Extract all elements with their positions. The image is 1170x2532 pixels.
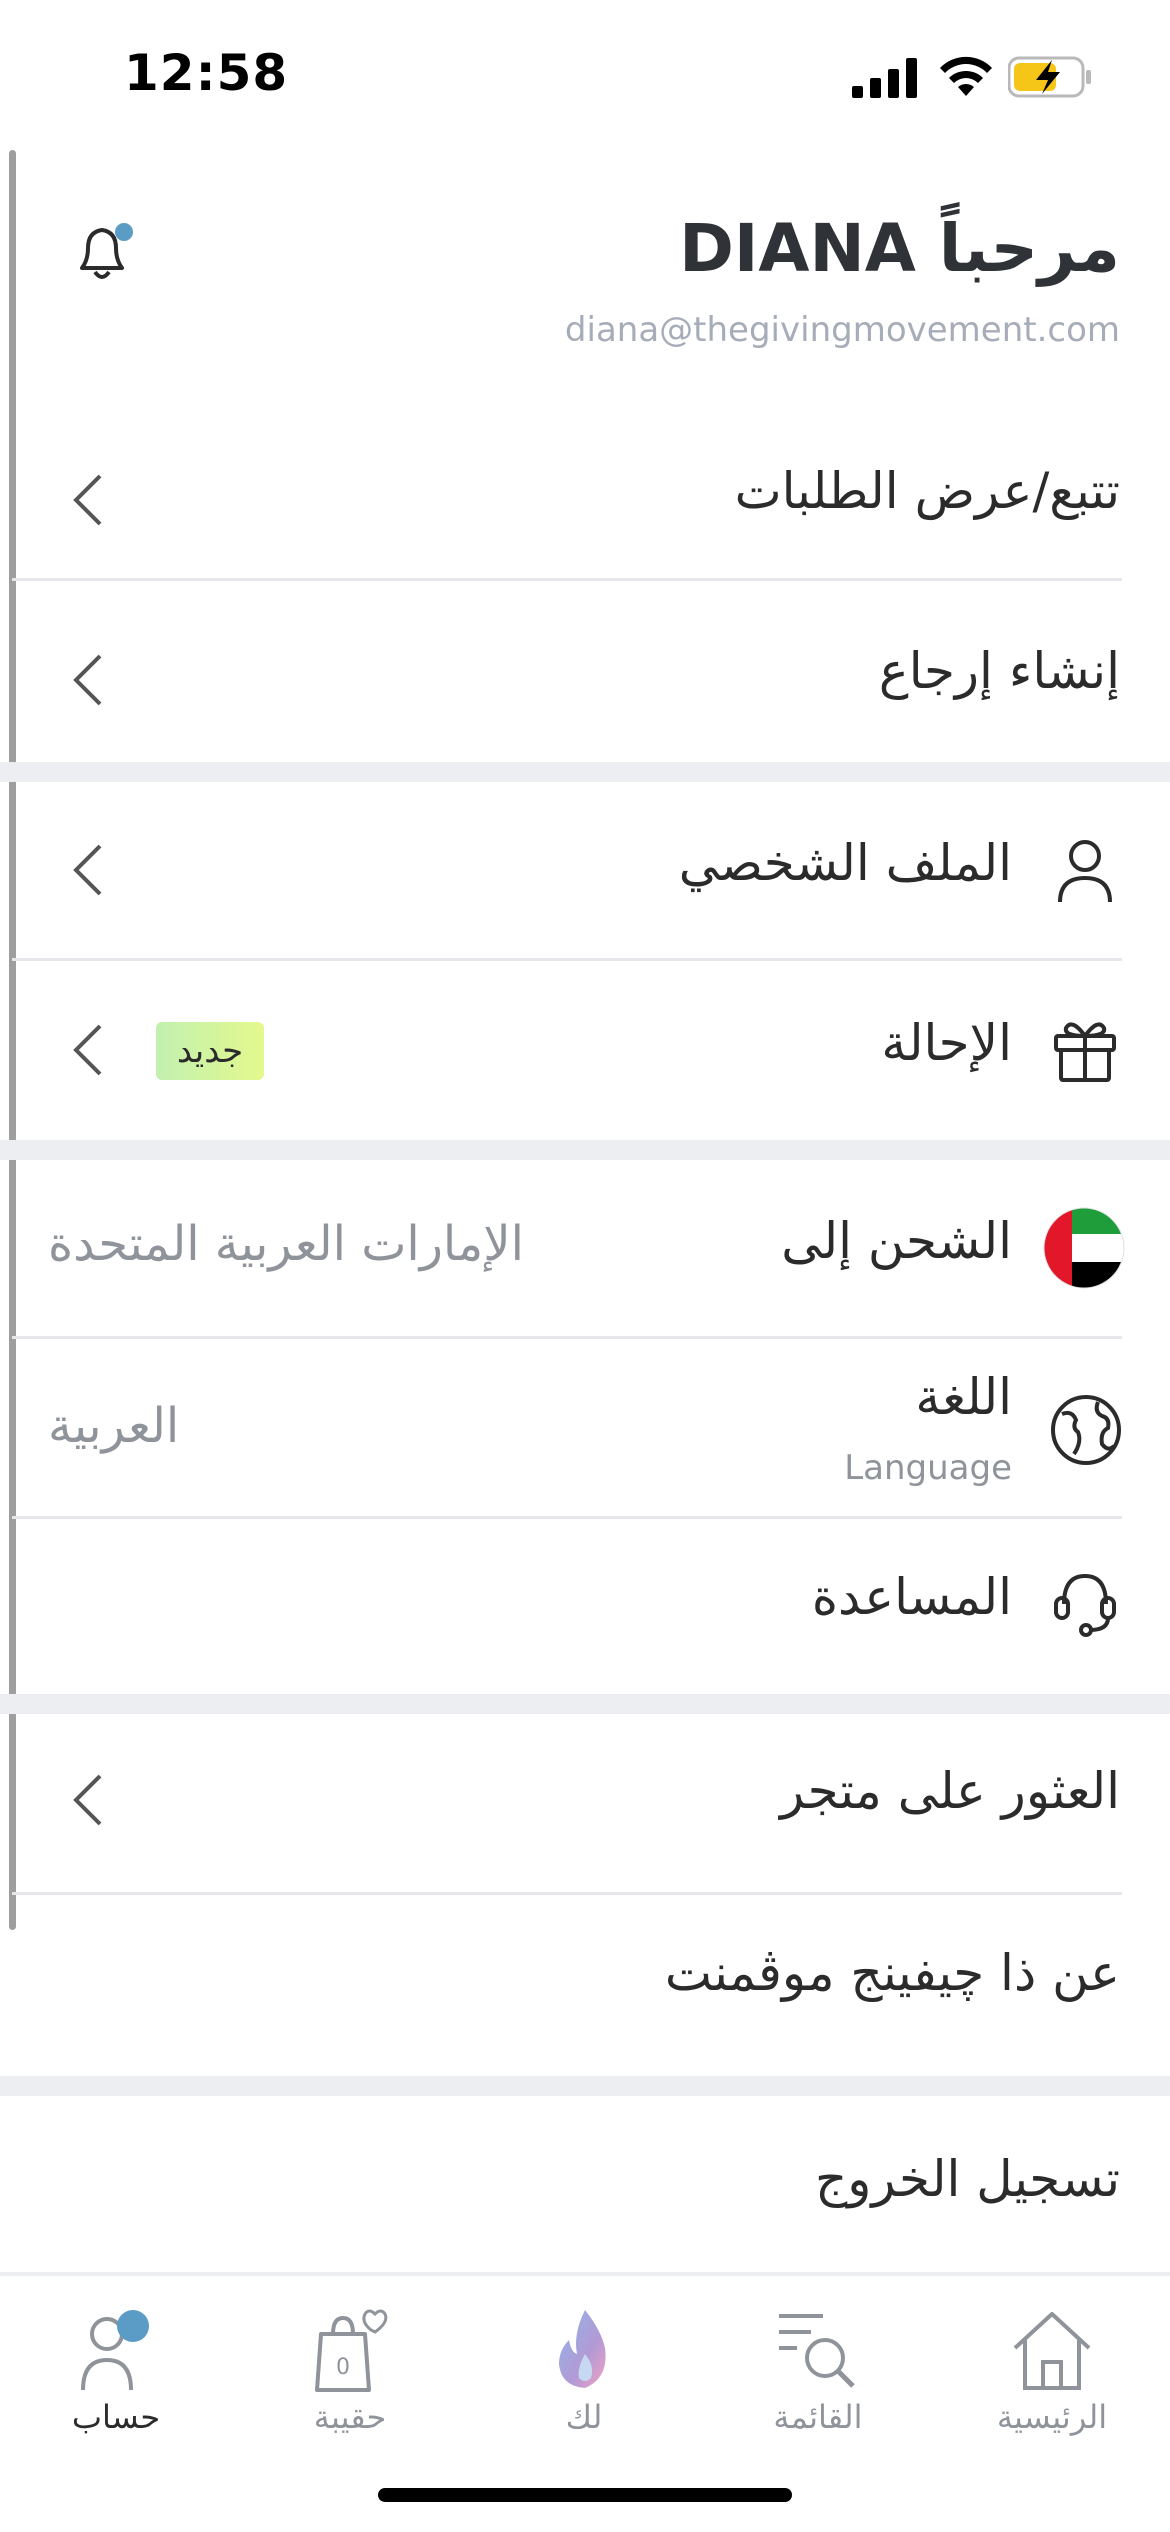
menu-logout[interactable]: تسجيل الخروج — [0, 2096, 1170, 2272]
search-list-icon — [779, 2314, 855, 2388]
account-icon — [81, 2310, 149, 2391]
chevron-left-icon — [73, 1774, 102, 1826]
section-separator — [0, 2076, 1170, 2096]
language-value: العربية — [48, 1398, 180, 1454]
language-label: اللغة — [915, 1368, 1012, 1426]
menu-track-orders[interactable]: تتبع/عرض الطلبات — [0, 420, 1170, 580]
tab-home-label: الرئيسية — [996, 2398, 1108, 2436]
section-separator — [0, 1694, 1170, 1714]
menu-about[interactable]: عن ذا چيفينج موڤمنت — [0, 1894, 1170, 2076]
chevron-left-icon — [73, 844, 102, 896]
new-badge: جديد — [156, 1022, 264, 1080]
tab-menu[interactable]: القائمة — [718, 2304, 918, 2454]
chevron-left-icon — [73, 474, 102, 526]
menu-create-return[interactable]: إنشاء إرجاع — [0, 600, 1170, 760]
home-icon — [1013, 2312, 1091, 2390]
logout-label: تسجيل الخروج — [814, 2150, 1120, 2208]
tab-account[interactable]: حساب — [16, 2304, 216, 2454]
greeting-title: مرحباً DIANA — [679, 210, 1120, 287]
menu-help[interactable]: المساعدة — [0, 1518, 1170, 1694]
home-indicator — [378, 2488, 792, 2502]
signal-icon — [852, 58, 917, 98]
battery-icon — [1008, 56, 1091, 98]
divider — [12, 578, 1122, 581]
chevron-left-icon — [73, 1024, 102, 1076]
create-return-label: إنشاء إرجاع — [878, 642, 1120, 700]
section-separator — [0, 762, 1170, 782]
tab-for-you-label: لك — [565, 2398, 603, 2436]
status-bar: 12:58 — [0, 0, 1170, 150]
menu-ship-to[interactable]: الشحن إلى الإمارات العربية المتحدة — [0, 1160, 1170, 1336]
menu-find-store[interactable]: العثور على متجر — [0, 1714, 1170, 1892]
chevron-left-icon — [73, 654, 102, 706]
about-label: عن ذا چيفينج موڤمنت — [664, 1944, 1120, 2002]
ship-to-value: الإمارات العربية المتحدة — [48, 1216, 524, 1272]
globe-icon — [1051, 1395, 1121, 1465]
menu-language[interactable]: اللغة Language العربية — [0, 1338, 1170, 1516]
gift-icon — [1054, 1022, 1116, 1082]
referral-label: الإحالة — [881, 1014, 1012, 1072]
menu-referral[interactable]: الإحالة جديد — [0, 960, 1170, 1140]
account-header: مرحباً DIANA diana@thegivingmovement.com — [0, 170, 1170, 370]
headset-icon — [1054, 1573, 1116, 1637]
section-separator — [0, 1140, 1170, 1160]
status-time: 12:58 — [124, 44, 289, 102]
profile-label: الملف الشخصي — [678, 834, 1012, 892]
user-icon — [1058, 840, 1112, 903]
user-email: diana@thegivingmovement.com — [564, 310, 1120, 350]
find-store-label: العثور على متجر — [780, 1762, 1120, 1820]
flame-icon — [559, 2310, 606, 2388]
tab-menu-label: القائمة — [773, 2398, 863, 2436]
tab-bag-label: حقيبة — [313, 2398, 387, 2436]
shopping-bag-icon: 0 — [315, 2309, 388, 2392]
ship-to-label: الشحن إلى — [781, 1212, 1012, 1270]
tab-for-you[interactable]: لك — [484, 2304, 684, 2454]
bag-count: 0 — [336, 2355, 350, 2380]
menu-profile[interactable]: الملف الشخصي — [0, 782, 1170, 958]
wifi-icon — [940, 56, 992, 96]
track-orders-label: تتبع/عرض الطلبات — [734, 462, 1120, 520]
tab-bag[interactable]: 0 حقيبة — [250, 2304, 450, 2454]
uae-flag-icon — [1043, 1207, 1125, 1289]
help-label: المساعدة — [811, 1568, 1012, 1626]
tab-home[interactable]: الرئيسية — [952, 2304, 1152, 2454]
language-sublabel: Language — [844, 1448, 1012, 1488]
tab-account-label: حساب — [71, 2398, 161, 2436]
bell-icon[interactable] — [62, 210, 146, 294]
